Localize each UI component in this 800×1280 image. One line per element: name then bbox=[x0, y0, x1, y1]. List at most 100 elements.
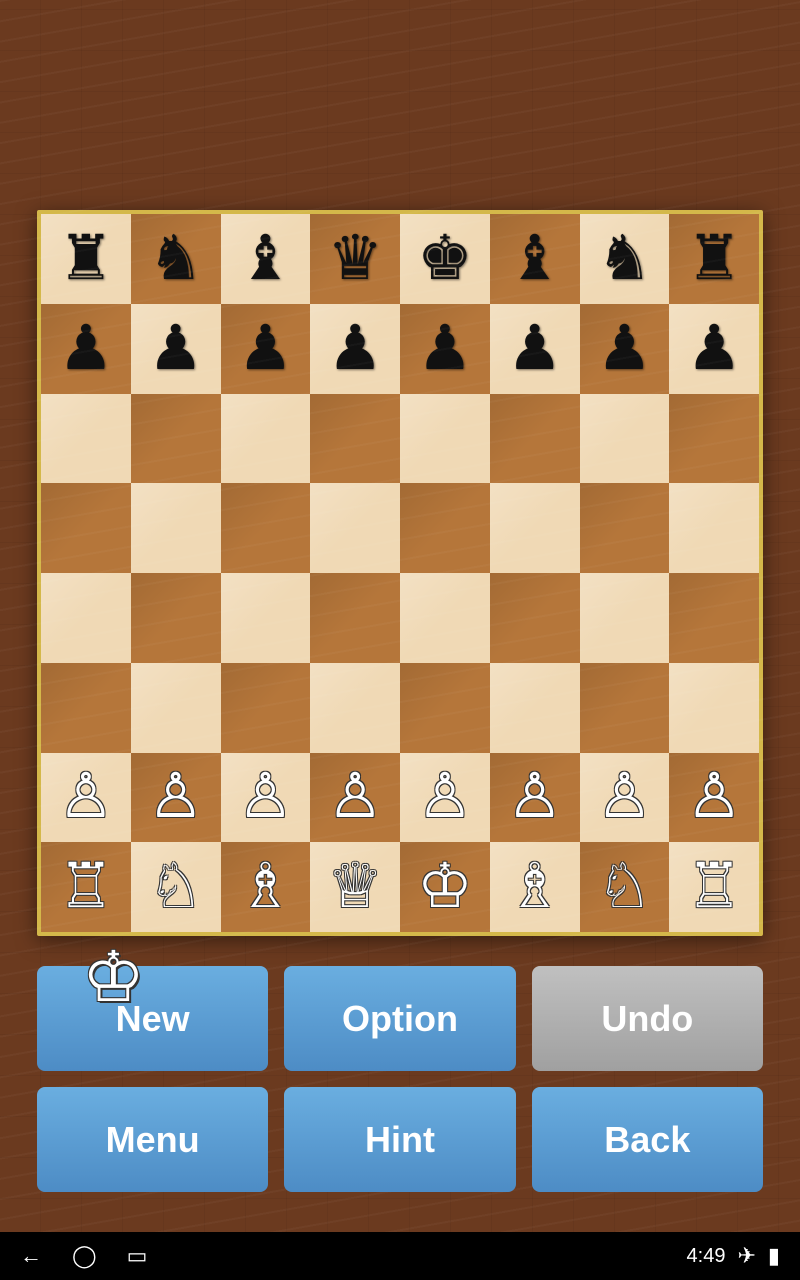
cell-0-4[interactable]: ♚ bbox=[400, 214, 490, 304]
cell-1-0[interactable]: ♟ bbox=[41, 304, 131, 394]
piece-bn-0-6: ♞ bbox=[597, 228, 653, 290]
piece-bp-1-1: ♟ bbox=[148, 318, 204, 380]
piece-bp-1-6: ♟ bbox=[597, 318, 653, 380]
cell-0-5[interactable]: ♝ bbox=[490, 214, 580, 304]
piece-wp-6-3: ♙ bbox=[327, 766, 383, 828]
cell-5-1[interactable] bbox=[131, 663, 221, 753]
cell-1-1[interactable]: ♟ bbox=[131, 304, 221, 394]
piece-wn-7-1: ♘ bbox=[148, 856, 204, 918]
cell-0-0[interactable]: ♜ bbox=[41, 214, 131, 304]
cell-5-3[interactable] bbox=[310, 663, 400, 753]
piece-bp-1-4: ♟ bbox=[417, 318, 473, 380]
cell-7-6[interactable]: ♘ bbox=[580, 842, 670, 932]
piece-bb-0-2: ♝ bbox=[238, 228, 294, 290]
cell-3-2[interactable] bbox=[221, 483, 311, 573]
menu-button[interactable]: Menu bbox=[37, 1087, 268, 1192]
cell-2-1[interactable] bbox=[131, 394, 221, 484]
cell-6-2[interactable]: ♙ bbox=[221, 753, 311, 843]
cell-4-0[interactable] bbox=[41, 573, 131, 663]
cell-7-0[interactable]: ♖ bbox=[41, 842, 131, 932]
home-icon[interactable]: ◯ bbox=[72, 1243, 97, 1269]
cell-6-4[interactable]: ♙ bbox=[400, 753, 490, 843]
cell-6-3[interactable]: ♙ bbox=[310, 753, 400, 843]
back-nav-icon[interactable]: ← bbox=[20, 1243, 42, 1269]
cell-4-2[interactable] bbox=[221, 573, 311, 663]
cell-3-6[interactable] bbox=[580, 483, 670, 573]
cell-3-5[interactable] bbox=[490, 483, 580, 573]
cell-6-1[interactable]: ♙ bbox=[131, 753, 221, 843]
piece-wp-6-5: ♙ bbox=[507, 766, 563, 828]
cell-0-6[interactable]: ♞ bbox=[580, 214, 670, 304]
cell-2-3[interactable] bbox=[310, 394, 400, 484]
cell-6-0[interactable]: ♙ bbox=[41, 753, 131, 843]
cell-5-6[interactable] bbox=[580, 663, 670, 753]
cell-1-4[interactable]: ♟ bbox=[400, 304, 490, 394]
cell-1-6[interactable]: ♟ bbox=[580, 304, 670, 394]
cell-7-4[interactable]: ♔ bbox=[400, 842, 490, 932]
piece-bp-1-7: ♟ bbox=[686, 318, 742, 380]
plane-icon: ✈ bbox=[737, 1243, 755, 1269]
battery-icon: ▮ bbox=[768, 1243, 780, 1269]
piece-wp-6-2: ♙ bbox=[238, 766, 294, 828]
piece-wp-6-4: ♙ bbox=[417, 766, 473, 828]
cell-3-3[interactable] bbox=[310, 483, 400, 573]
cell-4-5[interactable] bbox=[490, 573, 580, 663]
cell-4-6[interactable] bbox=[580, 573, 670, 663]
cell-2-4[interactable] bbox=[400, 394, 490, 484]
cell-0-1[interactable]: ♞ bbox=[131, 214, 221, 304]
piece-bp-1-2: ♟ bbox=[238, 318, 294, 380]
hint-button[interactable]: Hint bbox=[284, 1087, 515, 1192]
cell-1-3[interactable]: ♟ bbox=[310, 304, 400, 394]
chess-board[interactable]: ♜♞♝♛♚♝♞♜♟♟♟♟♟♟♟♟♙♙♙♙♙♙♙♙♖♘♗♕♔♗♘♖ bbox=[37, 210, 763, 936]
piece-bp-1-3: ♟ bbox=[327, 318, 383, 380]
cell-2-2[interactable] bbox=[221, 394, 311, 484]
cell-3-0[interactable] bbox=[41, 483, 131, 573]
cell-5-5[interactable] bbox=[490, 663, 580, 753]
cell-7-3[interactable]: ♕ bbox=[310, 842, 400, 932]
cell-1-7[interactable]: ♟ bbox=[669, 304, 759, 394]
cell-0-2[interactable]: ♝ bbox=[221, 214, 311, 304]
cell-2-5[interactable] bbox=[490, 394, 580, 484]
cell-4-7[interactable] bbox=[669, 573, 759, 663]
cell-2-0[interactable] bbox=[41, 394, 131, 484]
piece-bq-0-3: ♛ bbox=[327, 228, 383, 290]
cell-6-5[interactable]: ♙ bbox=[490, 753, 580, 843]
piece-bn-0-1: ♞ bbox=[148, 228, 204, 290]
cell-5-7[interactable] bbox=[669, 663, 759, 753]
cell-1-5[interactable]: ♟ bbox=[490, 304, 580, 394]
cell-7-2[interactable]: ♗ bbox=[221, 842, 311, 932]
time-display: 4:49 bbox=[687, 1245, 726, 1268]
cell-4-1[interactable] bbox=[131, 573, 221, 663]
cell-2-6[interactable] bbox=[580, 394, 670, 484]
cell-7-5[interactable]: ♗ bbox=[490, 842, 580, 932]
cell-7-7[interactable]: ♖ bbox=[669, 842, 759, 932]
current-player-indicator: ♔ bbox=[82, 936, 145, 1018]
cell-6-6[interactable]: ♙ bbox=[580, 753, 670, 843]
cell-5-4[interactable] bbox=[400, 663, 490, 753]
cell-1-2[interactable]: ♟ bbox=[221, 304, 311, 394]
cell-5-2[interactable] bbox=[221, 663, 311, 753]
piece-wb-7-5: ♗ bbox=[507, 856, 563, 918]
recents-icon[interactable]: ▭ bbox=[127, 1243, 148, 1269]
cell-0-3[interactable]: ♛ bbox=[310, 214, 400, 304]
cell-4-4[interactable] bbox=[400, 573, 490, 663]
cell-5-0[interactable] bbox=[41, 663, 131, 753]
cell-3-7[interactable] bbox=[669, 483, 759, 573]
undo-button[interactable]: Undo bbox=[532, 966, 763, 1071]
cell-7-1[interactable]: ♘ bbox=[131, 842, 221, 932]
cell-3-1[interactable] bbox=[131, 483, 221, 573]
back-button[interactable]: Back bbox=[532, 1087, 763, 1192]
piece-bb-0-5: ♝ bbox=[507, 228, 563, 290]
cell-2-7[interactable] bbox=[669, 394, 759, 484]
piece-wr-7-0: ♖ bbox=[58, 856, 114, 918]
new-button[interactable]: New bbox=[37, 966, 268, 1071]
option-button[interactable]: Option bbox=[284, 966, 515, 1071]
cell-4-3[interactable] bbox=[310, 573, 400, 663]
cell-0-7[interactable]: ♜ bbox=[669, 214, 759, 304]
piece-wr-7-7: ♖ bbox=[686, 856, 742, 918]
piece-wp-6-0: ♙ bbox=[58, 766, 114, 828]
piece-wn-7-6: ♘ bbox=[597, 856, 653, 918]
piece-wp-6-6: ♙ bbox=[597, 766, 653, 828]
cell-6-7[interactable]: ♙ bbox=[669, 753, 759, 843]
cell-3-4[interactable] bbox=[400, 483, 490, 573]
